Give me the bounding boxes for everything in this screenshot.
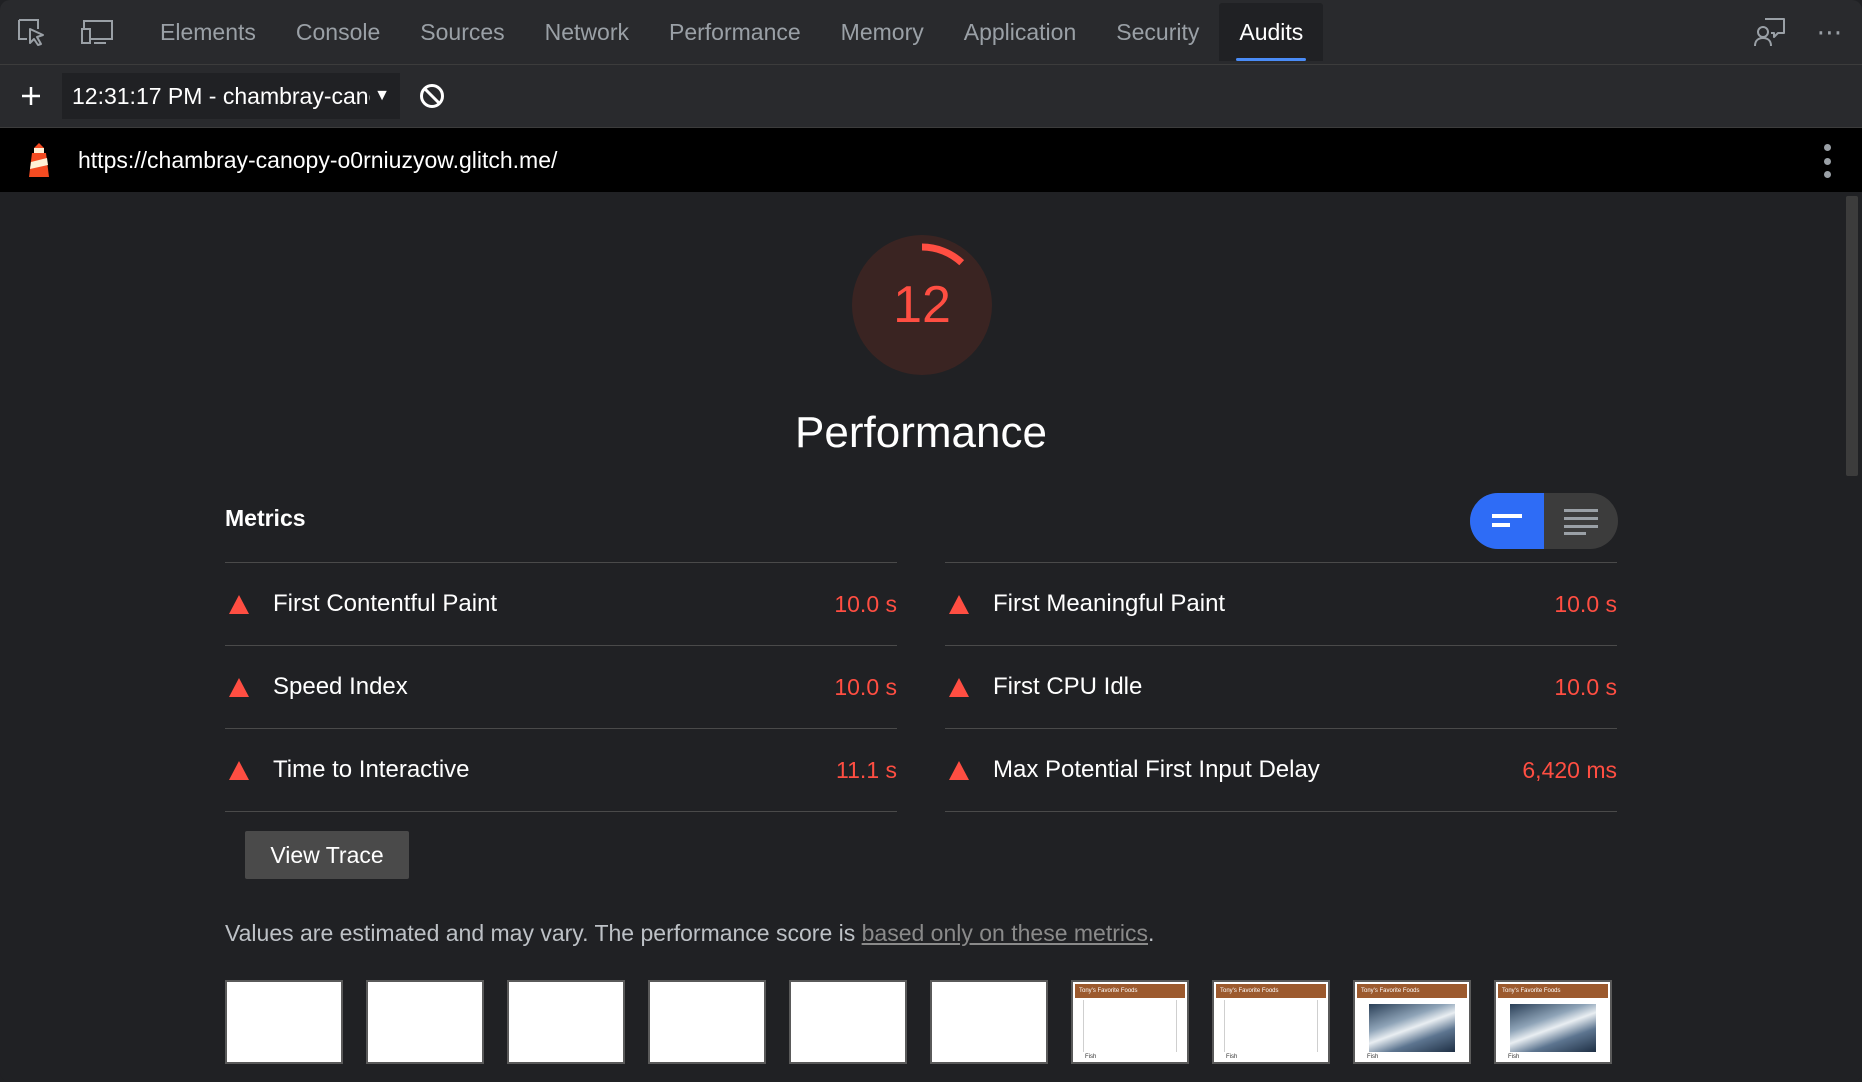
category-title: Performance (795, 408, 1047, 457)
metric-label: First Meaningful Paint (993, 590, 1226, 617)
audits-toolbar: 12:31:17 PM - chambray-canc ▼ (0, 65, 1862, 128)
report-selector-label: 12:31:17 PM - chambray-canc (72, 82, 371, 109)
frame-header: Tony's Favorite Foods (1357, 984, 1467, 998)
tab-elements[interactable]: Elements (140, 3, 276, 61)
tab-sources[interactable]: Sources (400, 3, 524, 61)
metric-value: 10.0 s (834, 590, 897, 617)
metrics-view-toggle (1470, 493, 1618, 549)
frame-column-line (1176, 1000, 1177, 1052)
filmstrip-frame (648, 980, 766, 1064)
scoring-link[interactable]: based only on these metrics (862, 920, 1148, 946)
tab-memory[interactable]: Memory (821, 3, 944, 61)
frame-column-line (1083, 1000, 1084, 1052)
metric-value: 6,420 ms (1522, 756, 1617, 783)
filmstrip-frame: Tony's Favorite Foods Fish (1212, 980, 1330, 1064)
frame-footer: Fish (1226, 1054, 1238, 1060)
panel-tabs: Elements Console Sources Network Perform… (140, 0, 1324, 64)
metrics-heading: Metrics (225, 505, 306, 531)
inspect-element-icon[interactable] (8, 0, 54, 64)
metric-label: First Contentful Paint (273, 590, 498, 617)
frame-footer: Fish (1367, 1054, 1379, 1060)
metric-value: 10.0 s (834, 673, 897, 700)
tab-performance[interactable]: Performance (649, 3, 821, 61)
expanded-lines-icon (1564, 509, 1598, 535)
filmstrip: Tony's Favorite Foods Fish Tony's Favorite… (225, 980, 1612, 1064)
metric-row: First Contentful Paint 10.0 s (225, 563, 897, 646)
lighthouse-icon (0, 128, 78, 192)
frame-column-line (1224, 1000, 1225, 1052)
metric-row: Speed Index 10.0 s (225, 646, 897, 729)
note-text: Values are estimated and may vary. The p… (225, 920, 862, 946)
report-content: 12 Performance Metrics First Contentful … (0, 193, 1842, 1082)
block-icon (420, 84, 444, 108)
vertical-scrollbar[interactable] (1842, 193, 1862, 1082)
view-trace-button[interactable]: View Trace (245, 831, 409, 879)
report-url-bar: https://chambray-canopy-o0rniuzyow.glitc… (0, 128, 1862, 192)
filmstrip-frame: Tony's Favorite Foods Fish (1353, 980, 1471, 1064)
filmstrip-frame: Tony's Favorite Foods Fish (1071, 980, 1189, 1064)
device-toolbar-icon[interactable] (74, 0, 120, 64)
fail-triangle-icon (229, 594, 249, 614)
devtools-tab-bar: Elements Console Sources Network Perform… (0, 0, 1862, 65)
filmstrip-frame (366, 980, 484, 1064)
performance-score: 12 (893, 276, 951, 334)
frame-header: Tony's Favorite Foods (1216, 984, 1326, 998)
fail-triangle-icon (229, 760, 249, 780)
metric-label: Time to Interactive (273, 756, 470, 783)
filmstrip-frame (930, 980, 1048, 1064)
filmstrip-frame (225, 980, 343, 1064)
frame-footer: Fish (1085, 1054, 1097, 1060)
compact-lines-icon (1492, 514, 1522, 527)
metric-label: Max Potential First Input Delay (993, 756, 1320, 783)
new-audit-button[interactable] (0, 65, 62, 127)
metric-row: Max Potential First Input Delay 6,420 ms (945, 729, 1617, 812)
compact-view-button[interactable] (1470, 493, 1544, 549)
report-url: https://chambray-canopy-o0rniuzyow.glitc… (78, 146, 558, 173)
tab-network[interactable]: Network (525, 3, 649, 61)
metric-label: First CPU Idle (993, 673, 1143, 700)
fail-triangle-icon (949, 760, 969, 780)
performance-gauge: 12 (847, 230, 997, 380)
note-end: . (1148, 920, 1155, 946)
tabbar-actions: ⋯ (1740, 0, 1862, 64)
fail-triangle-icon (229, 677, 249, 697)
frame-header: Tony's Favorite Foods (1075, 984, 1185, 998)
tab-console[interactable]: Console (276, 3, 400, 61)
dropdown-caret-icon: ▼ (374, 87, 390, 104)
report-selector[interactable]: 12:31:17 PM - chambray-canc ▼ (62, 73, 400, 119)
devtools-window: Elements Console Sources Network Perform… (0, 0, 1862, 1082)
metrics-column-right: First Meaningful Paint 10.0 s First CPU … (945, 562, 1617, 812)
plus-icon (22, 87, 40, 105)
metric-row: Time to Interactive 11.1 s (225, 729, 897, 812)
expanded-view-button[interactable] (1544, 493, 1618, 549)
filmstrip-frame (507, 980, 625, 1064)
metric-label: Speed Index (273, 673, 408, 700)
clear-all-button[interactable] (400, 65, 464, 127)
feedback-icon[interactable] (1740, 0, 1800, 64)
metrics-column-left: First Contentful Paint 10.0 s Speed Inde… (225, 562, 897, 812)
metric-value: 10.0 s (1554, 590, 1617, 617)
filmstrip-frame: Tony's Favorite Foods Fish (1494, 980, 1612, 1064)
more-options-icon[interactable]: ⋯ (1800, 0, 1862, 64)
metric-value: 10.0 s (1554, 673, 1617, 700)
frame-header: Tony's Favorite Foods (1498, 984, 1608, 998)
report-menu-icon[interactable] (1822, 144, 1832, 178)
frame-column-line (1317, 1000, 1318, 1052)
metric-value: 11.1 s (836, 756, 897, 783)
metric-row: First Meaningful Paint 10.0 s (945, 563, 1617, 646)
filmstrip-frame (789, 980, 907, 1064)
frame-footer: Fish (1508, 1054, 1520, 1060)
fail-triangle-icon (949, 594, 969, 614)
fail-triangle-icon (949, 677, 969, 697)
tab-audits[interactable]: Audits (1219, 3, 1324, 61)
frame-fish-image (1369, 1004, 1455, 1052)
estimate-note: Values are estimated and may vary. The p… (225, 920, 1154, 947)
tab-application[interactable]: Application (944, 3, 1097, 61)
tab-security[interactable]: Security (1096, 3, 1219, 61)
metric-row: First CPU Idle 10.0 s (945, 646, 1617, 729)
scrollbar-thumb[interactable] (1846, 196, 1858, 476)
frame-fish-image (1510, 1004, 1596, 1052)
